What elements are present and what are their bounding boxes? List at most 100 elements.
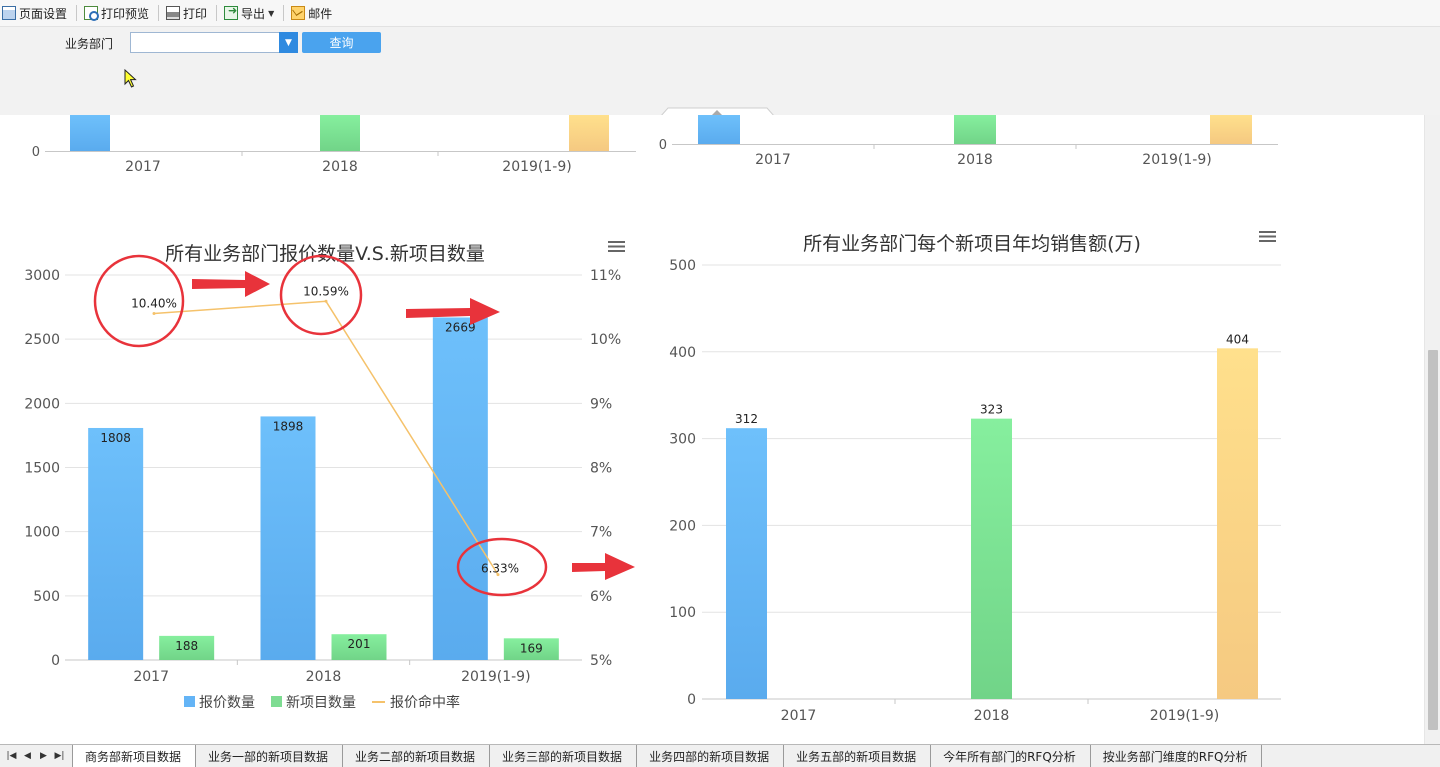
- y-right-tick-label: 11%: [590, 268, 621, 284]
- y-tick-label: 2500: [24, 332, 60, 348]
- tab-navigation: |◀ ◀ ▶ ▶|: [0, 745, 72, 767]
- toolbar-divider: [76, 5, 78, 21]
- chart-title: 所有业务部门每个新项目年均销售额(万): [803, 233, 1141, 255]
- chart-legend: 报价数量 新项目数量 报价命中率: [184, 694, 460, 711]
- y-tick-label: 0: [51, 653, 60, 669]
- export-button[interactable]: 导出 ▼: [222, 2, 277, 24]
- y-tick-label: 400: [669, 345, 696, 361]
- x-tick-label: 2017: [133, 669, 169, 685]
- bar-avg-sales: [971, 418, 1012, 699]
- print-button[interactable]: 打印: [164, 2, 210, 24]
- page-setup-button[interactable]: 页面设置: [0, 2, 70, 24]
- bar-2017: [698, 115, 740, 144]
- filter-panel: 业务部门 ▼ 查询: [0, 27, 1440, 117]
- bar-2019: [1210, 115, 1252, 144]
- mail-icon: [291, 6, 306, 20]
- prev-sheet-icon[interactable]: ◀: [22, 751, 33, 761]
- toolbar-divider: [216, 5, 218, 21]
- red-arrow-icon: [572, 553, 635, 580]
- caret-down-icon: ▼: [268, 8, 275, 18]
- printer-icon: [166, 6, 181, 20]
- legend-label-quote: 报价数量: [199, 695, 255, 711]
- x-tick-label: 2018: [957, 152, 993, 168]
- page-setup-label: 页面设置: [19, 6, 68, 21]
- y-right-tick-label: 7%: [590, 525, 612, 541]
- toolbar: 页面设置 打印预览 打印 导出 ▼ 邮件: [0, 0, 1440, 27]
- last-sheet-icon[interactable]: ▶|: [54, 751, 65, 761]
- data-label: 312: [735, 412, 758, 426]
- print-preview-label: 打印预览: [101, 6, 150, 21]
- sheet-tab-dept3[interactable]: 业务三部的新项目数据: [490, 745, 638, 767]
- bar-2019: [569, 115, 609, 151]
- sheet-tab-rfq-dept[interactable]: 按业务部门维度的RFQ分析: [1090, 745, 1263, 767]
- data-label: 1898: [273, 419, 304, 433]
- bar-quote-count: [88, 427, 144, 660]
- bar-2018: [954, 115, 996, 144]
- x-tick-label: 2017: [781, 708, 817, 724]
- y-tick-label: 300: [669, 432, 696, 448]
- chart-menu-button[interactable]: [607, 240, 627, 254]
- data-label: 169: [520, 641, 543, 655]
- bar-avg-sales: [726, 428, 767, 699]
- x-tick-label: 2019(1-9): [461, 669, 530, 685]
- query-button[interactable]: 查询: [302, 32, 381, 53]
- data-label: 323: [980, 403, 1003, 417]
- x-tick-label: 2018: [306, 669, 342, 685]
- export-label: 导出: [241, 6, 266, 21]
- sheet-tab-commerce[interactable]: 商务部新项目数据: [72, 745, 197, 767]
- chart-quote-vs-new-project: 所有业务部门报价数量V.S.新项目数量 0 500 1000 1500 2000 2500…: [24, 240, 627, 711]
- y-tick-label: 0: [687, 692, 696, 708]
- y-tick-label: 0: [32, 145, 40, 160]
- toolbar-divider: [158, 5, 160, 21]
- y-tick-label: 2000: [24, 396, 60, 412]
- scrollbar-thumb[interactable]: [1428, 350, 1438, 730]
- chevron-down-icon: ▼: [285, 37, 292, 48]
- dept-label: 业务部门: [65, 37, 114, 51]
- y-tick-label: 1500: [24, 461, 60, 477]
- dept-dropdown-button[interactable]: ▼: [279, 32, 298, 53]
- first-sheet-icon[interactable]: |◀: [6, 751, 17, 761]
- hamburger-menu-icon: [608, 241, 625, 243]
- legend-swatch-new-project: [271, 696, 282, 707]
- dept-combobox-input[interactable]: [130, 32, 280, 53]
- bar-2017: [70, 115, 110, 151]
- bar-quote-count: [260, 416, 316, 660]
- mouse-pointer-icon: [124, 69, 137, 88]
- chart-top-right-partial: 0 2017 2018 2019(1-9): [659, 115, 1278, 168]
- sheet-tab-bar: |◀ ◀ ▶ ▶| 商务部新项目数据 业务一部的新项目数据 业务二部的新项目数据…: [0, 744, 1440, 767]
- legend-label-hit-rate: 报价命中率: [390, 694, 460, 711]
- x-tick-label: 2017: [125, 159, 161, 175]
- sheet-tab-rfq-all[interactable]: 今年所有部门的RFQ分析: [931, 745, 1091, 767]
- x-tick-label: 2018: [322, 159, 358, 175]
- toolbar-divider: [283, 5, 285, 21]
- chart-top-left-partial: 0 2017 2018 2019(1-9): [32, 115, 636, 175]
- sheet-tab-dept2[interactable]: 业务二部的新项目数据: [343, 745, 491, 767]
- next-sheet-icon[interactable]: ▶: [38, 751, 49, 761]
- data-label: 1808: [100, 431, 131, 445]
- y-right-tick-label: 6%: [590, 589, 612, 605]
- data-label: 10.59%: [303, 284, 349, 298]
- sheet-tab-dept1[interactable]: 业务一部的新项目数据: [196, 745, 344, 767]
- mail-button[interactable]: 邮件: [289, 2, 335, 24]
- chart-menu-button[interactable]: [1258, 230, 1278, 244]
- y-right-tick-label: 8%: [590, 461, 612, 477]
- print-preview-icon: [84, 6, 100, 21]
- legend-swatch-quote: [184, 696, 195, 707]
- y-right-tick-label: 10%: [590, 332, 621, 348]
- sheet-tab-dept4[interactable]: 业务四部的新项目数据: [637, 745, 785, 767]
- report-content: 0 2017 2018 2019(1-9) 0 2017 2018 2019(1…: [0, 115, 1424, 744]
- vertical-scrollbar[interactable]: [1424, 115, 1440, 744]
- charts-canvas: 0 2017 2018 2019(1-9) 0 2017 2018 2019(1…: [24, 115, 1281, 724]
- print-preview-button[interactable]: 打印预览: [82, 2, 152, 24]
- line-point: [152, 312, 156, 315]
- y-tick-label: 0: [659, 138, 667, 153]
- data-label: 201: [348, 637, 371, 651]
- y-tick-label: 200: [669, 518, 696, 534]
- y-tick-label: 500: [669, 258, 696, 274]
- chart-title: 所有业务部门报价数量V.S.新项目数量: [165, 243, 485, 265]
- sheet-tab-dept5[interactable]: 业务五部的新项目数据: [784, 745, 932, 767]
- chart-avg-sales-per-project: 所有业务部门每个新项目年均销售额(万) 0 100 200 300 400 500 2017…: [669, 230, 1281, 724]
- bar-avg-sales: [1217, 348, 1258, 699]
- print-label: 打印: [183, 6, 208, 21]
- line-point: [324, 299, 328, 303]
